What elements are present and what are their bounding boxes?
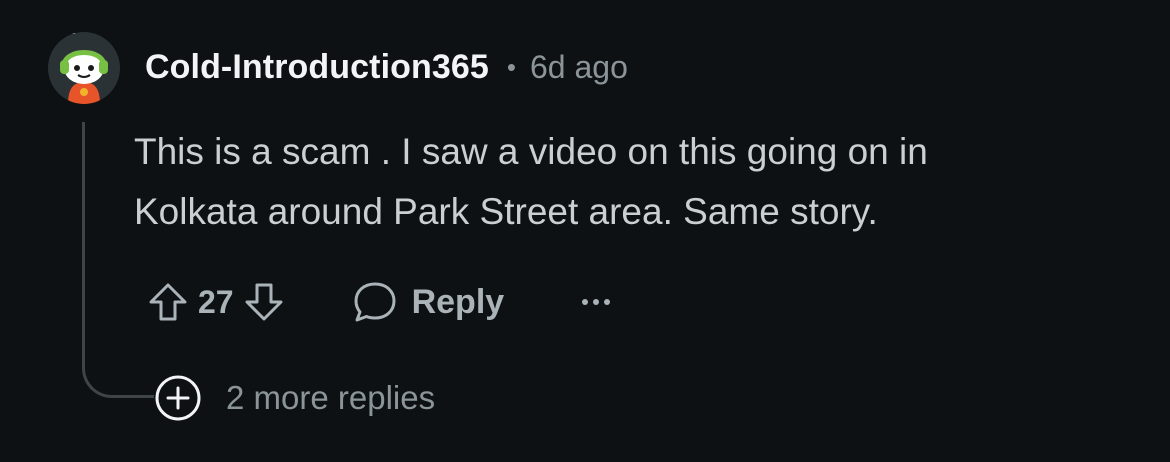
plus-circle-icon	[155, 375, 201, 421]
comment-actions: 27 Reply	[140, 274, 612, 330]
more-options-button[interactable]	[580, 274, 612, 330]
arrow-up-icon	[149, 283, 187, 321]
more-replies-button[interactable]: 2 more replies	[154, 374, 435, 422]
user-avatar[interactable]	[48, 32, 120, 104]
comment-header: Cold-Introduction365 • 6d ago	[145, 46, 628, 88]
snoo-avatar-icon	[60, 50, 108, 104]
more-replies-label: 2 more replies	[226, 379, 436, 416]
reply-label: Reply	[411, 282, 505, 321]
upvote-button[interactable]	[140, 274, 196, 330]
separator-dot: •	[506, 51, 516, 82]
arrow-down-icon	[245, 283, 283, 321]
vote-count: 27	[198, 283, 234, 320]
comment-timestamp[interactable]: 6d ago	[530, 49, 628, 86]
ellipsis-icon	[582, 299, 611, 305]
comment-body-line: This is a scam . I saw a video on this g…	[134, 131, 928, 172]
comment-body: This is a scam . I saw a video on this g…	[134, 122, 1094, 242]
username[interactable]: Cold-Introduction365	[145, 48, 489, 87]
speech-bubble-icon	[354, 282, 396, 322]
comment-body-line: Kolkata around Park Street area. Same st…	[134, 191, 878, 232]
downvote-button[interactable]	[236, 274, 292, 330]
reply-button[interactable]: Reply	[352, 274, 505, 330]
